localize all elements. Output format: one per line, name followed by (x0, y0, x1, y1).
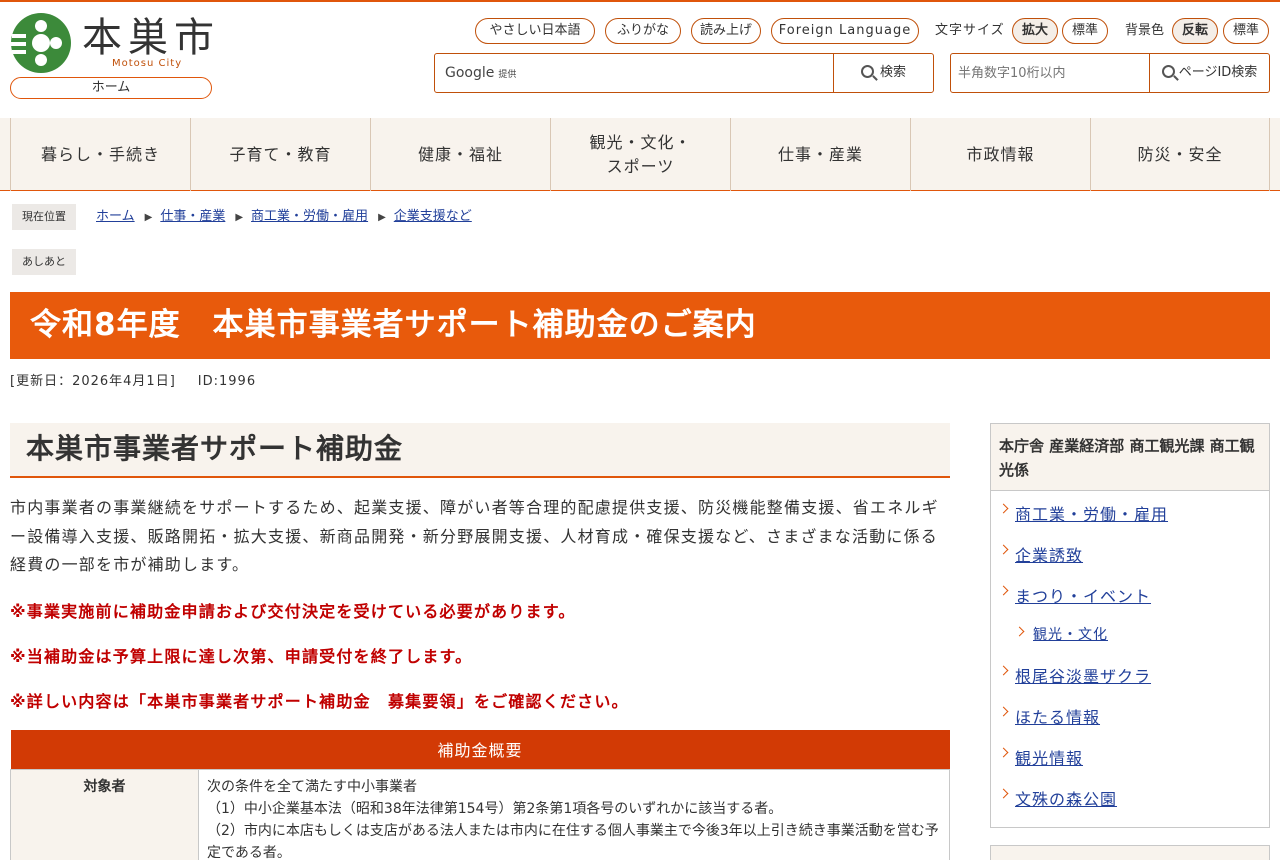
furigana-button[interactable]: ふりがな (605, 18, 681, 44)
nav-item-living[interactable]: 暮らし・手続き (10, 118, 190, 191)
nav-item-health[interactable]: 健康・福祉 (370, 118, 550, 191)
row-label: 対象者 (10, 768, 199, 860)
lead-paragraph: 市内事業者の事業継続をサポートするため、起業支援、障がい者等合理的配慮提供支援、… (10, 498, 939, 574)
row-content: 次の条件を全て満たす中小事業者 （1）中小企業基本法（昭和38年法律第154号）… (198, 768, 950, 860)
nav-item-childcare[interactable]: 子育て・教育 (190, 118, 370, 191)
sidebar-link-culture[interactable]: 観光・文化 (991, 624, 1269, 663)
city-emblem-icon (10, 13, 71, 73)
page-id-input[interactable] (951, 54, 1149, 92)
sidebar-link-firefly[interactable]: ほたる情報 (991, 704, 1269, 745)
breadcrumb-commerce[interactable]: 商工業・労働・雇用 (251, 209, 368, 224)
site-search[interactable]: Google 提供 検索 (434, 53, 934, 93)
page-title-bar: 令和8年度 本巣市事業者サポート補助金のご案内 (10, 292, 1270, 359)
read-aloud-button[interactable]: 読み上げ (691, 18, 761, 44)
breadcrumb-home[interactable]: ホーム (96, 209, 135, 224)
chevron-right-icon (998, 788, 1009, 799)
sidebar-link-tourism[interactable]: 観光情報 (991, 745, 1269, 786)
breadcrumb-business-support[interactable]: 企業支援など (394, 209, 472, 224)
page-id: ID:1996 (197, 374, 257, 389)
bg-standard-button[interactable]: 標準 (1223, 18, 1269, 44)
sidebar-link-business-attraction[interactable]: 企業誘致 (991, 542, 1269, 583)
city-name: 本巣市 (82, 15, 220, 61)
background-color-label: 背景色 (1125, 23, 1165, 38)
nav-item-city-info[interactable]: 市政情報 (910, 118, 1090, 191)
sidebar-link-events[interactable]: まつり・イベント (991, 583, 1269, 624)
chevron-right-icon (998, 665, 1009, 676)
nav-item-safety[interactable]: 防災・安全 (1090, 118, 1270, 191)
updated-date: [更新日：2026年4月1日] (10, 374, 176, 389)
bg-invert-button[interactable]: 反転 (1172, 18, 1218, 44)
breadcrumb-arrow-icon: ▶ (144, 212, 153, 223)
chevron-right-icon (998, 585, 1009, 596)
city-name-en: Motosu City (112, 58, 183, 69)
chevron-right-icon (998, 503, 1009, 514)
table-caption: 補助金概要 (10, 730, 950, 769)
note-prior-application: ※事業実施前に補助金申請および交付決定を受けている必要があります。 (10, 602, 576, 621)
home-button[interactable]: ホーム (10, 77, 212, 99)
page-id-search[interactable]: ページID検索 (950, 53, 1270, 93)
search-icon (860, 65, 874, 78)
search-provider: Google 提供 (445, 65, 517, 81)
section-heading: 本巣市事業者サポート補助金 (10, 423, 950, 478)
note-budget-limit: ※当補助金は予算上限に達し次第、申請受付を終了します。 (10, 647, 473, 666)
breadcrumb-label: 現在位置 (12, 204, 76, 230)
breadcrumb-industry[interactable]: 仕事・産業 (160, 209, 225, 224)
nav-item-industry[interactable]: 仕事・産業 (730, 118, 910, 191)
sidebar-link-sakura[interactable]: 根尾谷淡墨ザクラ (991, 663, 1269, 704)
chevron-right-icon (998, 706, 1009, 717)
breadcrumb-arrow-icon: ▶ (235, 212, 244, 223)
easy-japanese-button[interactable]: やさしい日本語 (475, 18, 595, 44)
history-button[interactable]: あしあと (12, 249, 76, 275)
page-meta: [更新日：2026年4月1日] ID:1996 (10, 370, 256, 389)
sidebar-contact: 本庁舎 産業経済部 商工観光課 商工観光係 商工業・労働・雇用 企業誘致 まつり… (990, 423, 1270, 828)
department-name: 本庁舎 産業経済部 商工観光課 商工観光係 (991, 424, 1269, 491)
subsidy-summary-table: 補助金概要 対象者 次の条件を全て満たす中小事業者 （1）中小企業基本法（昭和3… (10, 730, 950, 860)
font-size-label: 文字サイズ (935, 23, 1005, 38)
table-row: 対象者 次の条件を全て満たす中小事業者 （1）中小企業基本法（昭和38年法律第1… (10, 768, 950, 860)
global-nav: 暮らし・手続き 子育て・教育 健康・福祉 観光・文化・ スポーツ 仕事・産業 市… (0, 118, 1280, 191)
note-guidelines: ※詳しい内容は「本巣市事業者サポート補助金 募集要領」をご確認ください。 (10, 692, 629, 711)
nav-item-tourism[interactable]: 観光・文化・ スポーツ (550, 118, 730, 191)
page-id-search-button[interactable]: ページID検索 (1149, 54, 1269, 92)
chevron-right-icon (998, 544, 1009, 555)
sidebar-next-box (990, 845, 1270, 860)
sidebar-link-monju-park[interactable]: 文殊の森公園 (991, 786, 1269, 827)
font-large-button[interactable]: 拡大 (1012, 18, 1058, 44)
header-accent-line (0, 0, 1280, 2)
breadcrumb-arrow-icon: ▶ (378, 212, 386, 223)
search-icon (1161, 65, 1175, 78)
breadcrumb: ホーム ▶ 仕事・産業 ▶ 商工業・労働・雇用 ▶ 企業支援など (96, 205, 472, 230)
chevron-right-icon (998, 747, 1009, 758)
foreign-language-button[interactable]: Foreign Language (771, 18, 919, 44)
font-standard-button[interactable]: 標準 (1062, 18, 1108, 44)
page-title: 令和8年度 本巣市事業者サポート補助金のご案内 (30, 307, 757, 343)
chevron-right-icon (1014, 626, 1025, 637)
search-button[interactable]: 検索 (833, 54, 933, 92)
sidebar-link-commerce[interactable]: 商工業・労働・雇用 (991, 501, 1269, 542)
